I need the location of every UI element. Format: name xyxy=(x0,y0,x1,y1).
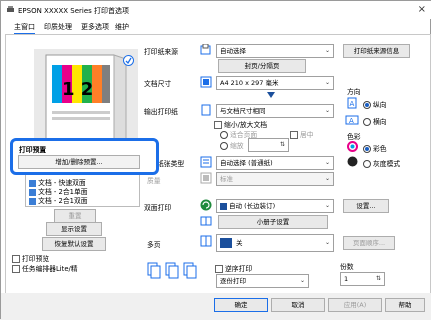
svg-text:A: A xyxy=(350,100,355,108)
check-badge-icon xyxy=(123,55,134,66)
grayscale-icon xyxy=(347,156,358,167)
collate-icon xyxy=(147,262,197,279)
center-checkbox[interactable]: 居中 xyxy=(290,129,314,139)
quality-label: 质量 xyxy=(147,177,161,185)
quality-icon xyxy=(200,172,212,184)
page-number-label: 1 2 xyxy=(62,79,94,100)
tab-finishing[interactable]: 印质处理 xyxy=(44,22,72,32)
show-settings-button[interactable]: 显示设置 xyxy=(46,222,102,236)
quality-select[interactable]: 标准 ⌄ xyxy=(216,172,334,186)
cancel-button[interactable]: 取消 xyxy=(271,298,325,312)
copies-label: 份数 xyxy=(340,263,354,271)
grayscale-radio[interactable]: 灰度模式 xyxy=(363,158,400,168)
reverse-order-checkbox[interactable]: 逆序打印 xyxy=(215,263,252,273)
reset-button[interactable]: 重置 xyxy=(54,209,96,223)
title-bar: EPSON XXXXX Series 打印首选项 × xyxy=(1,1,431,19)
tab-maintenance[interactable]: 维护 xyxy=(115,22,129,32)
doc-size-label: 文档尺寸 xyxy=(144,80,172,88)
svg-text:A: A xyxy=(349,117,354,125)
duplex-select[interactable]: 自动 (长边装订) ⌄ xyxy=(216,199,334,213)
job-arranger-checkbox[interactable]: 任务编排器Lite/精 xyxy=(12,263,78,273)
paper-source-info-button[interactable]: 打印纸来源信息 xyxy=(343,44,410,58)
collate-select[interactable]: 逐份打印 ⌄ xyxy=(216,274,309,288)
landscape-icon: A xyxy=(345,115,359,125)
orientation-label: 方向 xyxy=(347,88,361,96)
help-button[interactable]: 帮助 xyxy=(385,298,425,312)
paper-source-label: 打印纸来源 xyxy=(144,48,178,56)
paper-type-select[interactable]: 自动选择 (普通纸) ⌄ xyxy=(216,156,334,170)
copies-spinbox[interactable]: 1 ⇅ xyxy=(340,272,385,286)
paper-type-icon xyxy=(200,156,212,168)
booklet-settings-button[interactable]: 小册子设置 xyxy=(218,215,328,229)
window-title: EPSON XXXXX Series 打印首选项 xyxy=(18,7,130,15)
print-presets-title: 打印预置 xyxy=(19,146,47,154)
output-paper-label: 输出打印纸 xyxy=(144,108,178,116)
duplex-icon xyxy=(200,199,212,211)
apply-button[interactable]: 应用(A) xyxy=(328,298,382,312)
duplex-settings-button[interactable]: 设置... xyxy=(343,199,389,213)
duplex-label: 双面打印 xyxy=(144,204,172,212)
reduce-enlarge-checkbox[interactable]: 缩小/放大文档 xyxy=(214,119,267,129)
multipage-label: 多页 xyxy=(147,241,161,249)
footer-bar: 确定 取消 应用(A) 帮助 xyxy=(1,293,431,320)
doc-size-select[interactable]: A4 210 x 297 毫米 ⌄ xyxy=(216,76,334,90)
presets-callout: 打印预置 增加/删除预置... xyxy=(10,138,159,175)
booklet-icon xyxy=(200,216,212,226)
printer-icon xyxy=(7,6,14,12)
portrait-radio[interactable]: 纵向 xyxy=(363,99,387,109)
add-remove-presets-button[interactable]: 增加/删除预置... xyxy=(18,155,140,169)
paper-source-select[interactable]: 自动选择 ⌄ xyxy=(216,44,334,58)
landscape-radio[interactable]: 横向 xyxy=(363,116,387,126)
print-preview-checkbox[interactable]: 打印预览 xyxy=(12,253,49,263)
zoom-radio[interactable]: 缩放 xyxy=(220,140,244,150)
list-item[interactable]: 文档 - 2合1双面 xyxy=(29,195,88,205)
color-radio[interactable]: 彩色 xyxy=(363,143,387,153)
portrait-icon: A xyxy=(347,97,357,109)
presets-list: 文档 - 快速双面 文档 - 2合1单面 文档 - 2合1双面 xyxy=(25,173,140,207)
tab-more-options[interactable]: 更多选项 xyxy=(81,22,109,32)
multipage-icon xyxy=(200,235,212,247)
paper-type-label: 纸张类型 xyxy=(157,160,185,168)
arrow-down-icon xyxy=(267,92,275,98)
zoom-spinbox[interactable]: ⇅ xyxy=(248,138,289,152)
printer-preferences-window: EPSON XXXXX Series 打印首选项 × 主窗口 印质处理 更多选项… xyxy=(0,0,431,320)
color-wheel-icon xyxy=(347,141,358,152)
restore-defaults-button[interactable]: 恢复默认设置 xyxy=(42,237,106,251)
page-order-button[interactable]: 页面顺序... xyxy=(343,236,395,250)
close-icon[interactable]: × xyxy=(418,4,426,15)
color-label: 色彩 xyxy=(347,133,361,141)
output-paper-select[interactable]: 与文档尺寸相同 ⌄ xyxy=(216,104,334,118)
paper-tray-icon xyxy=(200,44,211,55)
doc-size-icon xyxy=(200,76,212,88)
multipage-select[interactable]: 关 ⌄ xyxy=(216,234,334,252)
ok-button[interactable]: 确定 xyxy=(214,298,268,312)
cover-separator-button[interactable]: 封页/分隔页 xyxy=(218,59,306,73)
output-paper-icon xyxy=(201,104,211,116)
